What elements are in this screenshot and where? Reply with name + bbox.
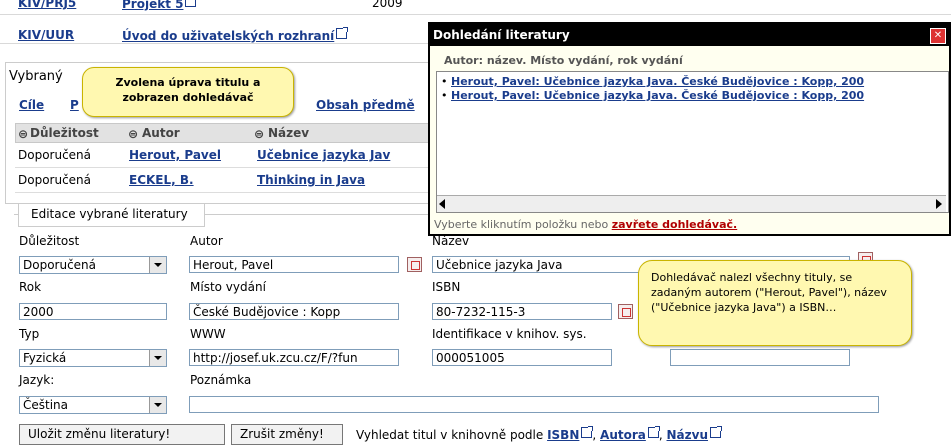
importance-value: Doporučená bbox=[23, 258, 97, 272]
table-row: KIV/PRJ5 Projekt 5 2009 bbox=[0, 0, 951, 15]
header-author[interactable]: Autor bbox=[142, 126, 180, 140]
external-link-icon bbox=[581, 426, 594, 438]
place-input[interactable]: České Budějovice : Kopp bbox=[189, 303, 399, 320]
label-lang: Jazyk: bbox=[19, 373, 55, 387]
course-code-link[interactable]: KIV/PRJ5 bbox=[18, 0, 76, 10]
row-author-link[interactable]: Herout, Pavel bbox=[129, 148, 221, 162]
row-importance: Doporučená bbox=[18, 148, 92, 162]
lib-id-input[interactable]: 000051005 bbox=[432, 349, 612, 366]
section-title: Vybraný bbox=[9, 69, 63, 84]
tooltip-lookup-result: Dohledávač nalezl všechny tituly, se zad… bbox=[638, 260, 912, 346]
label-lib-id: Identifikace v knihov. sys. bbox=[432, 327, 587, 341]
save-button[interactable]: Uložit změnu literatury! bbox=[19, 424, 225, 445]
label-title: Název bbox=[432, 234, 470, 248]
sort-icon[interactable]: ⊜ bbox=[128, 127, 138, 141]
label-www: WWW bbox=[190, 327, 226, 341]
literature-lookup-dialog: Dohledání literatury ✕ Autor: název. Mís… bbox=[428, 22, 951, 236]
search-author-text: Autora bbox=[600, 428, 646, 442]
lang-select[interactable]: Čeština bbox=[19, 396, 167, 414]
dialog-footer: Vyberte kliknutím položku nebo zavřete d… bbox=[434, 218, 737, 231]
header-title[interactable]: Název bbox=[268, 126, 309, 140]
library-search: Vyhledat titul v knihovně podle ISBN, Au… bbox=[356, 426, 723, 442]
header-importance[interactable]: Důležitost bbox=[30, 126, 99, 140]
row-author-link[interactable]: ECKEL, B. bbox=[129, 173, 194, 187]
label-isbn: ISBN bbox=[432, 280, 461, 294]
external-link-icon bbox=[647, 426, 660, 438]
chevron-down-icon[interactable] bbox=[149, 257, 166, 273]
close-icon[interactable]: ✕ bbox=[930, 28, 946, 44]
dialog-titlebar: Dohledání literatury ✕ bbox=[430, 24, 949, 46]
chevron-down-icon[interactable] bbox=[149, 350, 166, 366]
list-item[interactable]: • Herout, Pavel: Učebnice jazyka Java. Č… bbox=[441, 89, 864, 102]
note-input[interactable] bbox=[189, 396, 879, 413]
course-name-text: Úvod do uživatelských rozhraní bbox=[122, 29, 335, 43]
table-row[interactable]: Doporučená ECKEL, B. Thinking in Java bbox=[15, 168, 435, 193]
course-name-text: Projekt 5 bbox=[122, 0, 184, 11]
search-author-link[interactable]: Autora bbox=[600, 426, 660, 442]
list-item[interactable]: • Herout, Pavel: Učebnice jazyka Java. Č… bbox=[441, 75, 864, 88]
importance-select[interactable]: Doporučená bbox=[19, 256, 167, 274]
tab-obsah[interactable]: Obsah předmě bbox=[316, 98, 415, 112]
search-isbn-text: ISBN bbox=[547, 428, 580, 442]
results-list: • Herout, Pavel: Učebnice jazyka Java. Č… bbox=[436, 71, 949, 213]
author-picker-icon[interactable] bbox=[407, 257, 422, 272]
tooltip-lookup-result-text: Dohledávač nalezl všechny tituly, se zad… bbox=[651, 271, 887, 314]
tooltip-title-edit-text: Zvolena úprava titulu a zobrazen dohledá… bbox=[115, 76, 261, 104]
external-link-icon bbox=[710, 426, 723, 438]
dialog-title: Dohledání literatury bbox=[433, 28, 570, 42]
close-lookup-link[interactable]: zavřete dohledávač. bbox=[612, 218, 738, 231]
table-row[interactable]: Doporučená Herout, Pavel Učebnice jazyka… bbox=[15, 143, 435, 168]
row-title-link[interactable]: Thinking in Java bbox=[257, 173, 365, 187]
tab-p[interactable]: P bbox=[70, 98, 79, 112]
edit-legend-text: Editace vybrané literatury bbox=[31, 207, 188, 221]
author-input[interactable]: Herout, Pavel bbox=[189, 256, 399, 273]
label-importance: Důležitost bbox=[19, 234, 80, 248]
type-value: Fyzická bbox=[23, 351, 67, 365]
result-format-hint: Autor: název. Místo vydání, rok vydání bbox=[444, 54, 683, 67]
isbn-picker-icon[interactable] bbox=[618, 304, 633, 319]
row-importance: Doporučená bbox=[18, 173, 92, 187]
cancel-button[interactable]: Zrušit změny! bbox=[231, 424, 343, 445]
row-title-link[interactable]: Učebnice jazyka Jav bbox=[257, 148, 390, 162]
search-isbn-link[interactable]: ISBN bbox=[547, 426, 594, 442]
sort-icon[interactable]: ⊜ bbox=[18, 127, 28, 141]
www-input[interactable]: http://josef.uk.zcu.cz/F/?fun bbox=[189, 349, 399, 366]
horizontal-scrollbar[interactable] bbox=[437, 195, 946, 212]
course-name-link[interactable]: Úvod do uživatelských rozhraní bbox=[122, 27, 349, 43]
label-year: Rok bbox=[19, 280, 42, 294]
footer-text: Vyberte kliknutím položku nebo bbox=[434, 218, 609, 231]
tab-cile[interactable]: Cíle bbox=[19, 98, 44, 112]
year-cell: 2009 bbox=[372, 0, 403, 10]
sort-icon[interactable]: ⊜ bbox=[254, 127, 264, 141]
external-link-icon bbox=[336, 27, 349, 39]
course-name-link[interactable]: Projekt 5 bbox=[122, 0, 197, 11]
type-select[interactable]: Fyzická bbox=[19, 349, 167, 367]
isbn-input[interactable]: 80-7232-115-3 bbox=[432, 303, 612, 320]
extra-input[interactable] bbox=[670, 349, 850, 366]
result-link[interactable]: Herout, Pavel: Učebnice jazyka Java. Čes… bbox=[451, 89, 864, 102]
tooltip-title-edit: Zvolena úprava titulu a zobrazen dohledá… bbox=[82, 67, 294, 117]
search-title-text: Názvu bbox=[666, 428, 709, 442]
course-code-link[interactable]: KIV/UUR bbox=[18, 28, 74, 42]
search-title-link[interactable]: Názvu bbox=[666, 426, 723, 442]
edit-legend: Editace vybrané literatury bbox=[18, 203, 205, 227]
label-place: Místo vydání bbox=[190, 280, 266, 294]
label-note: Poznámka bbox=[190, 373, 252, 387]
label-type: Typ bbox=[19, 327, 40, 341]
scroll-left-icon[interactable] bbox=[439, 199, 445, 209]
literature-table-header: ⊜ Důležitost ⊜ Autor ⊜ Název bbox=[15, 123, 437, 143]
scroll-right-icon[interactable] bbox=[936, 199, 942, 209]
library-search-text: Vyhledat titul v knihovně podle bbox=[356, 428, 544, 442]
year-input[interactable]: 2000 bbox=[19, 303, 167, 320]
external-link-icon bbox=[185, 0, 197, 7]
label-author: Autor bbox=[190, 234, 223, 248]
result-link[interactable]: Herout, Pavel: Učebnice jazyka Java. Čes… bbox=[451, 75, 864, 88]
lang-value: Čeština bbox=[23, 398, 69, 412]
chevron-down-icon[interactable] bbox=[149, 397, 166, 413]
